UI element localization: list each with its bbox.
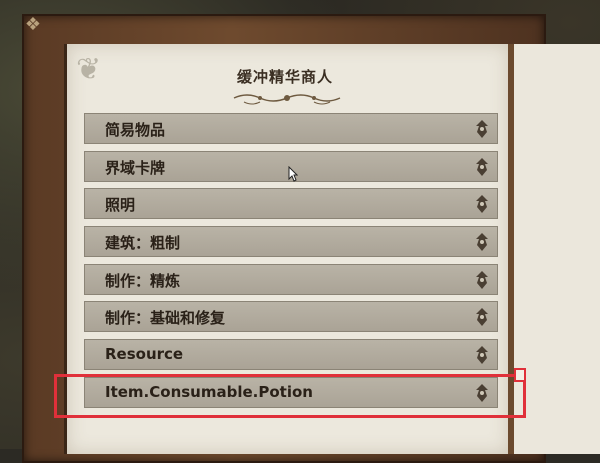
category-row[interactable]: Resource [84, 339, 498, 370]
category-label: 制作：精炼 [105, 272, 181, 290]
shop-title: 缓冲精华商人 [236, 68, 333, 86]
scrollbar-handle[interactable] [514, 368, 526, 382]
highlight-box [54, 374, 526, 418]
mouse-cursor-icon [288, 166, 298, 182]
scroll-down-icon[interactable] [473, 193, 491, 215]
category-label: 简易物品 [105, 121, 166, 139]
category-row[interactable]: 制作：精炼 [84, 264, 498, 295]
category-label: 制作：基础和修复 [105, 309, 226, 327]
category-label: Resource [105, 345, 184, 363]
title-ornament-icon [233, 94, 341, 105]
category-row[interactable]: 制作：基础和修复 [84, 301, 498, 332]
category-label: 建筑：粗制 [105, 234, 181, 252]
frame-corner-ornament-icon: ❖ [24, 14, 42, 35]
category-row[interactable]: 照明 [84, 188, 498, 219]
scroll-down-icon[interactable] [473, 344, 491, 366]
scroll-down-icon[interactable] [473, 269, 491, 291]
scroll-down-icon[interactable] [473, 306, 491, 328]
scroll-down-icon[interactable] [473, 231, 491, 253]
category-label: 界域卡牌 [105, 159, 166, 177]
scroll-down-icon[interactable] [473, 156, 491, 178]
category-row[interactable]: 简易物品 [84, 113, 498, 144]
category-label: 照明 [105, 196, 136, 214]
category-row[interactable]: 建筑：粗制 [84, 226, 498, 257]
scroll-down-icon[interactable] [473, 118, 491, 140]
